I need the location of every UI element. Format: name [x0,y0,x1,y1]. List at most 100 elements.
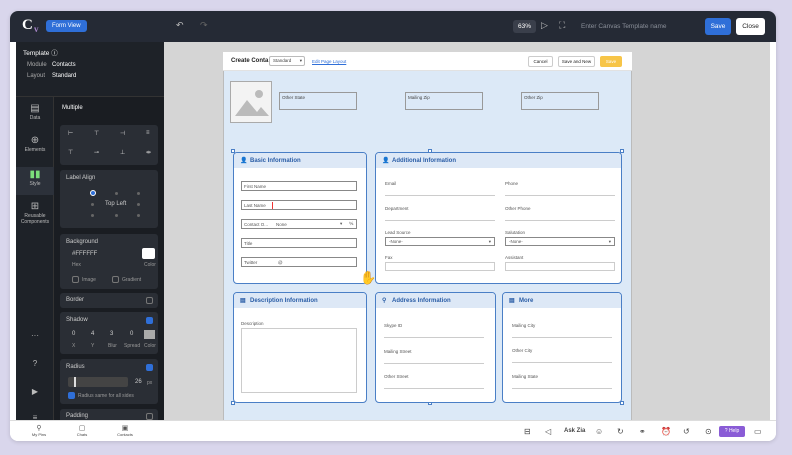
close-button[interactable]: Close [736,18,765,35]
fax-field[interactable] [385,262,495,271]
radius-checkbox[interactable] [146,364,153,371]
align-dot[interactable] [115,192,118,195]
align-top-icon[interactable]: ⊤ [68,149,73,156]
align-dot-top-left[interactable] [90,190,96,196]
feedback-icon[interactable]: ▭ [754,427,762,436]
notes-icon[interactable]: ⊟ [524,427,531,436]
title-field[interactable]: Title [241,238,357,248]
background-hex-input[interactable]: #FFFFFF [72,251,97,257]
other-state-field[interactable]: Other State [279,92,357,110]
save-button[interactable]: Save [705,18,731,35]
department-field[interactable] [385,213,495,221]
section-address-information[interactable]: ⚲ Address Information Skype ID Mailing St… [375,292,496,403]
section-additional-information[interactable]: 👤 Additional Information Email Phone Depa… [375,152,622,284]
mailing-state-field[interactable] [512,381,612,389]
my-pins-button[interactable]: ⚲ My Pins [24,424,54,437]
shadow-x-value[interactable]: 0 [72,331,75,337]
description-textarea[interactable] [241,328,357,393]
template-name-input[interactable]: Enter Canvas Template name [575,18,701,35]
gradient-checkbox[interactable] [112,276,119,283]
settings-circle-icon[interactable]: ⊙ [705,427,712,436]
border-checkbox[interactable] [146,297,153,304]
save-and-new-button[interactable]: Save and New [558,56,595,67]
align-dot[interactable] [91,214,94,217]
page-save-button[interactable]: Save [600,56,622,67]
users-icon[interactable]: ⚭ [639,427,646,436]
align-justify-icon[interactable]: ≡ [146,130,150,136]
first-name-field[interactable]: First Name [241,181,357,191]
align-center-icon[interactable]: ⊤ [94,130,99,137]
email-field[interactable] [385,188,495,196]
refresh-icon[interactable]: ↻ [617,427,624,436]
video-icon[interactable]: ▶ [16,387,54,396]
section-more[interactable]: ▤ More Mailing City Other City Mailing St… [502,292,622,403]
preview-play-icon[interactable]: ▷ [541,20,548,31]
salutation-select[interactable]: -None- ▾ [505,237,615,246]
megaphone-icon[interactable]: ◁ [545,427,551,436]
align-bottom-icon[interactable]: ⊥ [120,149,125,156]
image-checkbox[interactable] [72,276,79,283]
smiley-icon[interactable]: ☺ [595,427,603,436]
lookup-icon: ⅍ [349,221,354,226]
history-icon[interactable]: ↺ [683,427,690,436]
shadow-checkbox[interactable] [146,317,153,324]
twitter-field[interactable]: Twitter @ [241,257,357,267]
cancel-button[interactable]: Cancel [528,56,553,67]
align-dot[interactable] [115,214,118,217]
redo-icon[interactable]: ↷ [200,20,208,31]
chats-button[interactable]: ▢ Chats [67,424,97,437]
mailing-zip-field[interactable]: Mailing Zip [405,92,483,110]
ask-zia-button[interactable]: Ask Zia [564,428,585,434]
align-left-icon[interactable]: ⊢ [68,130,73,137]
other-city-field[interactable] [512,355,612,363]
radius-same-checkbox[interactable] [68,392,75,399]
rail-elements[interactable]: ⊕ Elements [16,135,54,153]
lead-source-select[interactable]: -None- ▾ [385,237,495,246]
padding-checkbox[interactable] [146,413,153,420]
assistant-field[interactable] [505,262,615,271]
contact-owner-field[interactable]: Contact O... None ▾ ⅍ [241,219,357,229]
help-button[interactable]: ? Help [719,426,745,437]
info-icon[interactable]: ⓘ [51,50,58,57]
zoom-level[interactable]: 63% [513,20,537,33]
align-dot[interactable] [137,203,140,206]
phone-field[interactable] [505,188,615,196]
rail-style[interactable]: ▮▮ Style [16,167,54,195]
mailing-city-field[interactable] [512,330,612,338]
shadow-spread-value[interactable]: 0 [130,331,133,337]
distribute-icon[interactable]: ⇹ [146,149,151,156]
shadow-color-swatch[interactable] [144,330,155,339]
other-street-field[interactable] [384,381,484,389]
align-dot[interactable] [137,214,140,217]
undo-icon[interactable]: ↶ [176,20,184,31]
radius-value[interactable]: 26 [135,379,142,385]
other-zip-field[interactable]: Other Zip [521,92,599,110]
section-basic-information[interactable]: 👤 Basic Information First Name Last Name … [233,152,367,284]
align-dot[interactable] [91,203,94,206]
other-phone-field[interactable] [505,213,615,221]
align-dot[interactable] [137,192,140,195]
edit-page-layout-link[interactable]: Edit Page Layout [312,59,346,64]
shadow-blur-value[interactable]: 3 [110,331,113,337]
fullscreen-icon[interactable]: ⛶ [559,20,565,31]
image-placeholder[interactable] [230,81,272,123]
skype-id-label: Skype ID [384,323,403,328]
align-right-icon[interactable]: ⊣ [120,130,125,137]
section-description-information[interactable]: ▤ Description Information Description [233,292,367,403]
shadow-color-label: Color [144,343,156,349]
mailing-street-field[interactable] [384,356,484,364]
shadow-y-value[interactable]: 4 [91,331,94,337]
radius-slider[interactable] [68,377,128,387]
more-dots-icon[interactable]: ··· [16,331,54,340]
rail-reusable-components[interactable]: ⊞ Reusable Components [16,201,54,225]
rail-data[interactable]: ▤ Data [16,103,54,121]
background-color-swatch[interactable] [142,248,155,259]
help-circle-icon[interactable]: ? [16,359,54,368]
align-middle-icon[interactable]: ⊸ [94,149,99,156]
form-view-badge[interactable]: Form View [46,20,87,32]
skype-id-field[interactable] [384,330,484,338]
last-name-field[interactable]: Last Name [241,200,357,210]
contacts-button[interactable]: ▣ Contacts [110,424,140,437]
layout-select[interactable]: Standard ▾ [269,56,305,66]
alarm-icon[interactable]: ⏰ [661,427,671,436]
